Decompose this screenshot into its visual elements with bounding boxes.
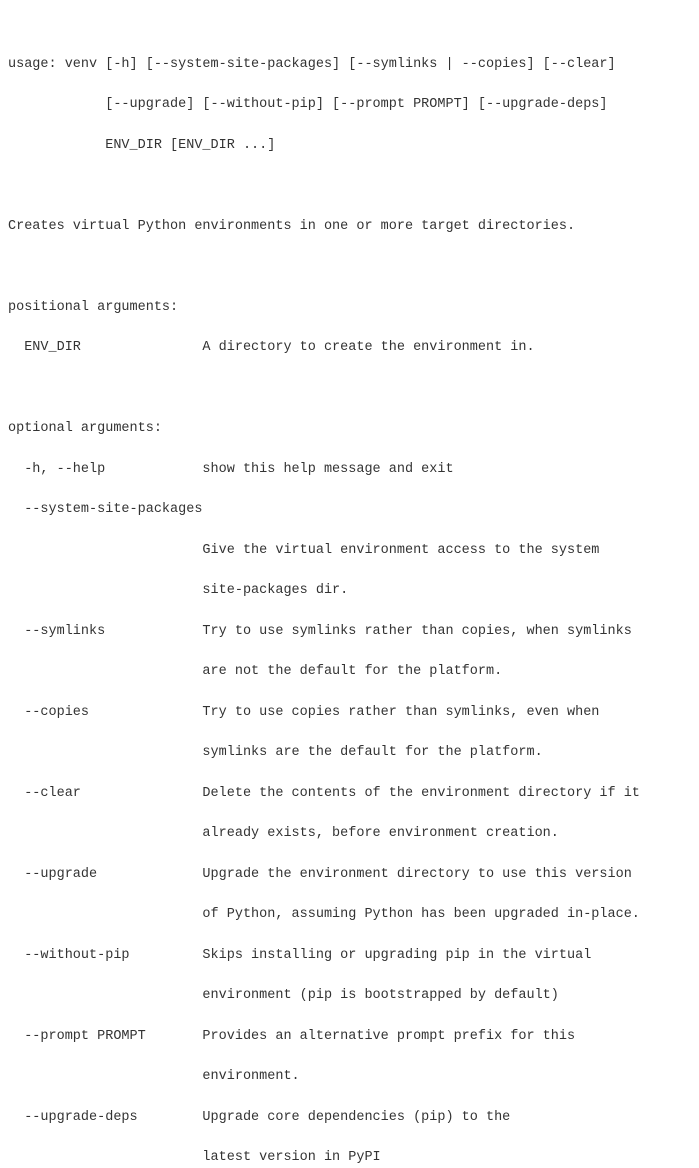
opt-upgrade-1: --upgrade Upgrade the environment direct…: [8, 865, 691, 885]
opt-prompt-2: environment.: [8, 1067, 691, 1087]
positional-header: positional arguments:: [8, 298, 691, 318]
opt-ssp-desc-1: Give the virtual environment access to t…: [8, 541, 691, 561]
blank: [8, 379, 691, 399]
opt-prompt-1: --prompt PROMPT Provides an alternative …: [8, 1027, 691, 1047]
opt-ssp-desc-2: site-packages dir.: [8, 581, 691, 601]
opt-symlinks-1: --symlinks Try to use symlinks rather th…: [8, 622, 691, 642]
opt-copies-2: symlinks are the default for the platfor…: [8, 743, 691, 763]
usage-line-3: ENV_DIR [ENV_DIR ...]: [8, 136, 691, 156]
opt-without-pip-2: environment (pip is bootstrapped by defa…: [8, 986, 691, 1006]
blank: [8, 257, 691, 277]
opt-upgrade-deps-1: --upgrade-deps Upgrade core dependencies…: [8, 1108, 691, 1128]
blank: [8, 176, 691, 196]
opt-upgrade-2: of Python, assuming Python has been upgr…: [8, 905, 691, 925]
positional-env-dir: ENV_DIR A directory to create the enviro…: [8, 338, 691, 358]
opt-clear-1: --clear Delete the contents of the envir…: [8, 784, 691, 804]
usage-line-1: usage: venv [-h] [--system-site-packages…: [8, 55, 691, 75]
opt-symlinks-2: are not the default for the platform.: [8, 662, 691, 682]
opt-clear-2: already exists, before environment creat…: [8, 824, 691, 844]
opt-ssp-flag: --system-site-packages: [8, 500, 691, 520]
opt-copies-1: --copies Try to use copies rather than s…: [8, 703, 691, 723]
optional-header: optional arguments:: [8, 419, 691, 439]
description: Creates virtual Python environments in o…: [8, 217, 691, 237]
usage-line-2: [--upgrade] [--without-pip] [--prompt PR…: [8, 95, 691, 115]
opt-upgrade-deps-2: latest version in PyPI: [8, 1148, 691, 1168]
opt-without-pip-1: --without-pip Skips installing or upgrad…: [8, 946, 691, 966]
opt-help: -h, --help show this help message and ex…: [8, 460, 691, 480]
